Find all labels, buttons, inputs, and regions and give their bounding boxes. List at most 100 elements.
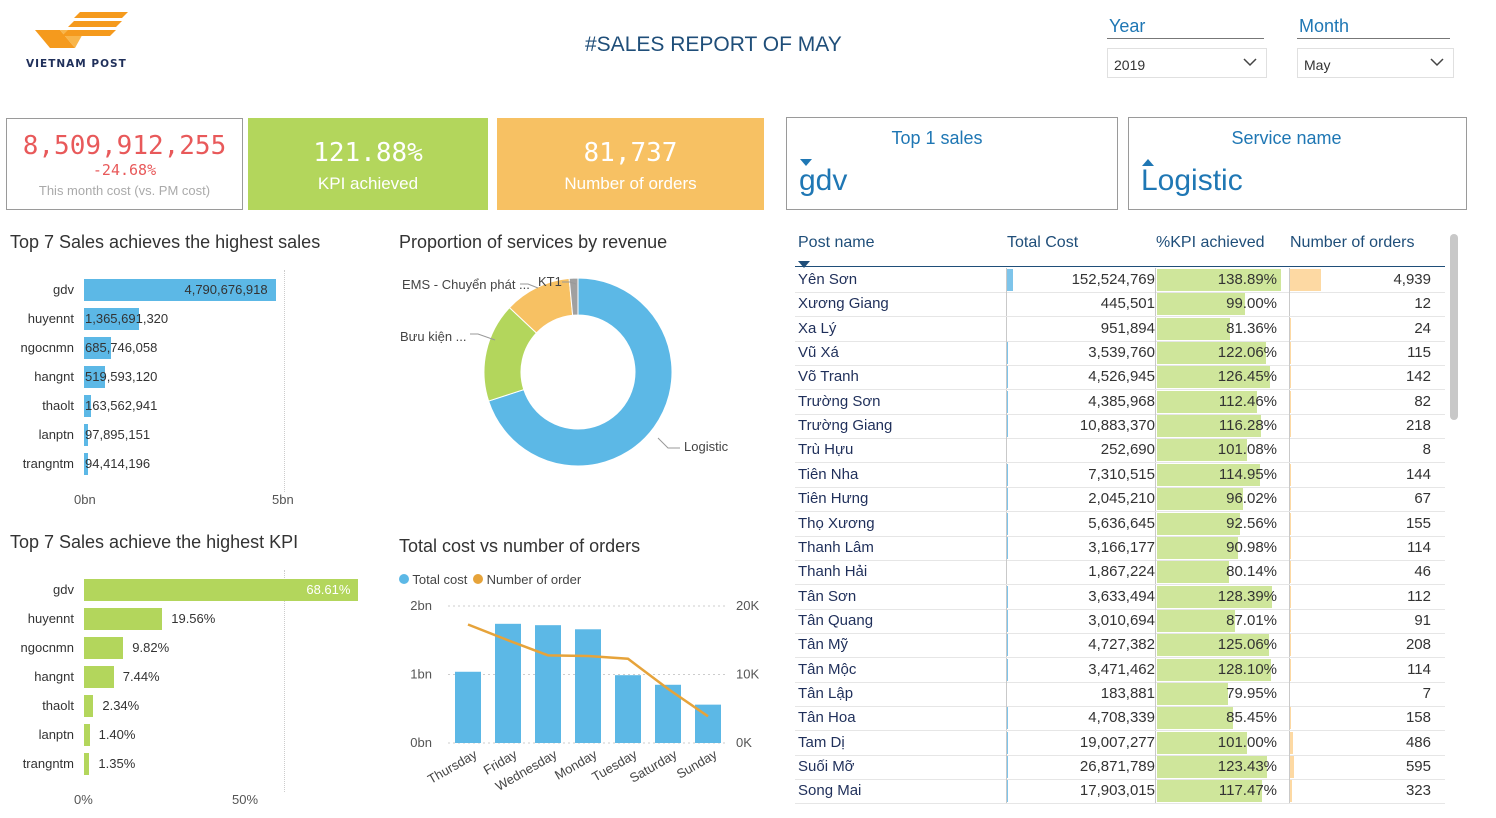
top-sales-card[interactable]: Top 1 sales gdv — [786, 117, 1118, 210]
kpi-bar-chart[interactable]: gdv 68.61% huyennt 19.56% ngocnmn 9.82% hangnt… — [0, 570, 359, 810]
table-row[interactable]: Tam Dị 19,007,277 101.00% 486 — [795, 730, 1445, 756]
service-card[interactable]: Service name Logistic — [1128, 117, 1467, 210]
cell-post-name: Song Mai — [798, 782, 862, 800]
sales-bar-chart[interactable]: gdv 4,790,676,918 huyennt 1,365,691,320 ngoc… — [0, 270, 330, 510]
legend-total-cost: Total cost — [412, 572, 468, 587]
legend-dot-blue — [399, 574, 409, 584]
cell-kpi: 128.10% — [1217, 660, 1277, 678]
table-row[interactable]: Tân Hoa 4,708,339 85.45% 158 — [795, 706, 1445, 732]
column-separator — [1155, 414, 1156, 439]
cost-bar — [655, 684, 681, 743]
table-row[interactable]: Thanh Lâm 3,166,177 90.98% 114 — [795, 535, 1445, 561]
cell-post-name: Trù Hựu — [798, 441, 854, 459]
cell-kpi: 138.89% — [1217, 271, 1277, 288]
left-axis-tick: 0bn — [410, 735, 432, 750]
table-row[interactable]: Tiên Nha 7,310,515 114.95% 144 — [795, 462, 1445, 488]
cell-post-name: Thanh Hải — [798, 563, 868, 581]
services-donut-chart[interactable]: Logistic Bưu kiện ... EMS - Chuyển phát ..… — [390, 262, 770, 492]
kpi-chart-title: Top 7 Sales achieve the highest KPI — [10, 532, 299, 552]
right-axis-tick: 10K — [736, 667, 759, 682]
table-scrollbar[interactable] — [1450, 234, 1458, 420]
header-divider — [795, 266, 1445, 267]
bar-category-label: trangntm — [22, 756, 74, 771]
cell-kpi: 116.28% — [1218, 417, 1277, 435]
column-separator — [1155, 560, 1156, 585]
table-row[interactable]: Trường Giang 10,883,370 116.28% 218 — [795, 414, 1445, 440]
column-separator — [1155, 657, 1156, 682]
bar — [84, 695, 94, 717]
table-row[interactable]: Trường Sơn 4,385,968 112.46% 82 — [795, 389, 1445, 415]
table-row[interactable]: Võ Tranh 4,526,945 126.45% 142 — [795, 365, 1445, 391]
bar-value-label: 2.34% — [102, 698, 140, 713]
cell-total-cost: 26,871,789 — [1079, 758, 1155, 775]
cost-card: 8,509,912,255 -24.68% This month cost (v… — [6, 118, 243, 210]
cell-post-name: Thanh Lâm — [798, 538, 874, 556]
cell-total-cost: 5,636,645 — [1088, 514, 1155, 532]
column-separator — [1155, 633, 1156, 658]
table-row[interactable]: Thanh Hải 1,867,224 80.14% 46 — [795, 560, 1445, 586]
table-row[interactable]: Tân Lập 183,881 79.95% 7 — [795, 681, 1445, 707]
column-separator — [1155, 706, 1156, 731]
right-axis-tick: 0K — [736, 735, 752, 750]
table-row[interactable]: Suối Mỡ 26,871,789 123.43% 595 — [795, 755, 1445, 780]
leader-line — [657, 437, 680, 449]
bar-category-label: huyennt — [27, 311, 74, 326]
cost-bar — [455, 671, 481, 743]
kpi-card: 121.88% KPI achieved — [248, 118, 488, 210]
cell-kpi: 112.46% — [1218, 392, 1277, 410]
cell-post-name: Trường Sơn — [798, 392, 881, 410]
month-dropdown[interactable]: May — [1297, 48, 1454, 78]
table-row[interactable]: Tân Mộc 3,471,462 128.10% 114 — [795, 657, 1445, 683]
col-kpi[interactable]: %KPI achieved — [1156, 234, 1265, 252]
cell-kpi: 92.56% — [1226, 514, 1277, 532]
cell-orders: 486 — [1405, 733, 1431, 751]
table-row[interactable]: Trù Hựu 252,690 101.08% 8 — [795, 438, 1445, 464]
cell-total-cost: 7,310,515 — [1088, 465, 1155, 483]
left-axis-tick: 2bn — [410, 598, 432, 613]
bar-category-label: hangnt — [34, 669, 74, 684]
col-total-cost[interactable]: Total Cost — [1007, 234, 1078, 252]
column-separator — [1155, 730, 1156, 755]
donut-label: KT1 — [538, 274, 562, 289]
combo-legend: Total cost Number of order — [399, 572, 581, 587]
table-row[interactable]: Tân Mỹ 4,727,382 125.06% 208 — [795, 633, 1445, 659]
cell-kpi: 125.06% — [1217, 636, 1277, 654]
table-row[interactable]: Thọ Xương 5,636,645 92.56% 155 — [795, 511, 1445, 537]
cell-orders: 218 — [1405, 417, 1431, 435]
donut-label: Logistic — [684, 439, 729, 454]
col-orders[interactable]: Number of orders — [1290, 234, 1415, 252]
table-row[interactable]: Xa Lý 951,894 81.36% 24 — [795, 316, 1445, 342]
cell-orders: 115 — [1407, 344, 1431, 362]
table-row[interactable]: Xương Giang 445,501 99.00% 12 — [795, 292, 1445, 318]
cell-kpi: 122.06% — [1217, 344, 1277, 362]
combo-chart[interactable]: 2bn1bn0bn20K10K0KThursday FridayWednesday… — [390, 592, 780, 814]
chevron-down-icon — [1242, 55, 1258, 72]
cell-kpi: 128.39% — [1217, 587, 1277, 605]
table-row[interactable]: Yên Sơn 152,524,769 138.89% 4,939 — [795, 268, 1445, 293]
cell-total-cost: 1,867,224 — [1088, 563, 1155, 581]
table-row[interactable]: Tân Sơn 3,633,494 128.39% 112 — [795, 584, 1445, 610]
top-sales-label: Top 1 sales — [891, 128, 983, 148]
cell-post-name: Tam Dị — [798, 733, 845, 751]
year-dropdown[interactable]: 2019 — [1107, 48, 1267, 78]
cost-bar — [615, 675, 641, 743]
col-post-name[interactable]: Post name — [798, 234, 874, 252]
table-row[interactable]: Vũ Xá 3,539,760 122.06% 115 — [795, 341, 1445, 367]
cell-total-cost: 3,471,462 — [1088, 660, 1155, 678]
table-row[interactable]: Tiên Hưng 2,045,210 96.02% 67 — [795, 487, 1445, 513]
bar-value-label: 4,790,676,918 — [184, 282, 268, 297]
column-separator — [1155, 389, 1156, 414]
bar-value-label: 97,895,151 — [85, 427, 151, 442]
column-separator — [1155, 438, 1156, 463]
x-tick-label: Sunday — [674, 746, 720, 781]
vietnam-post-logo — [30, 8, 130, 58]
cell-post-name: Tân Lập — [798, 684, 854, 702]
cell-post-name: Võ Tranh — [798, 368, 859, 386]
cell-total-cost: 3,539,760 — [1088, 344, 1155, 362]
sales-axis-max: 5bn — [272, 492, 294, 507]
table-row[interactable]: Song Mai 17,903,015 117.47% 323 — [795, 779, 1445, 805]
bar-value-label: 9.82% — [132, 640, 170, 655]
table-row[interactable]: Tân Quang 3,010,694 87.01% 91 — [795, 608, 1445, 634]
cell-total-cost: 951,894 — [1100, 319, 1155, 337]
chevron-down-icon — [1429, 55, 1445, 72]
